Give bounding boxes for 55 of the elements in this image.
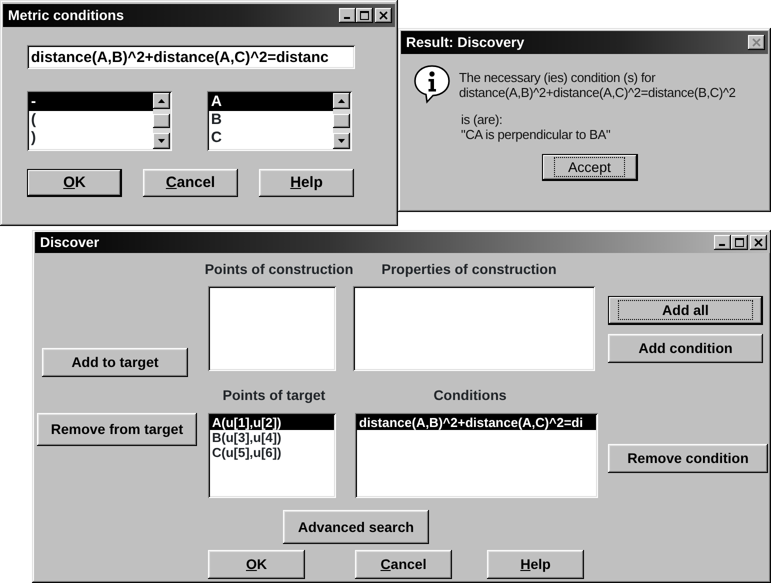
list-box[interactable]: distance(A,B)^2+distance(A,C)^2=di xyxy=(355,413,598,498)
minimize-icon[interactable] xyxy=(714,235,731,250)
list-item[interactable]: ) xyxy=(29,129,153,147)
message-text: The necessary (ies) condition (s) for distance(A,B)^2+distance(A,C)^2=distance(B,C)^2 xyxy=(459,70,736,100)
accept-button[interactable]: Accept xyxy=(542,154,638,181)
window-title: Result: Discovery xyxy=(406,33,524,52)
maximize-icon[interactable] xyxy=(731,235,748,250)
remove-condition-button[interactable]: Remove condition xyxy=(608,444,768,473)
close-icon[interactable] xyxy=(375,8,392,23)
scroll-thumb[interactable] xyxy=(153,114,170,128)
maximize-icon[interactable] xyxy=(356,8,373,23)
list-item[interactable]: B xyxy=(209,111,333,129)
list-item[interactable]: distance(A,B)^2+distance(A,C)^2=di xyxy=(357,415,596,430)
message-text: is (are): "CA is perpendicular to BA" xyxy=(460,112,612,142)
cancel-button[interactable]: Cancel xyxy=(143,169,238,197)
list-item[interactable]: C(u[5],u[6]) xyxy=(210,445,334,460)
list-item[interactable]: A(u[1],u[2]) xyxy=(210,415,334,430)
list-box[interactable]: A(u[1],u[2]) B(u[3],u[4]) C(u[5],u[6]) xyxy=(208,413,336,498)
window-title: Discover xyxy=(40,233,100,252)
info-icon xyxy=(413,64,451,104)
dialog-button[interactable]: Help xyxy=(487,550,584,579)
list-item[interactable]: A xyxy=(209,93,333,111)
close-icon[interactable] xyxy=(750,235,767,250)
list-item[interactable]: B(u[3],u[4]) xyxy=(210,430,334,445)
add-all-button[interactable]: Add all xyxy=(608,296,763,325)
scroll-down-icon[interactable] xyxy=(158,139,165,143)
section-label: Points of target xyxy=(222,386,326,405)
list-item[interactable]: C xyxy=(209,129,333,147)
scroll-bar[interactable] xyxy=(333,93,350,149)
section-label: Properties of construction xyxy=(381,260,557,279)
section-label: Conditions xyxy=(433,386,507,404)
dialog-button[interactable]: Help xyxy=(259,169,354,197)
window-title: Metric conditions xyxy=(8,6,124,25)
list-box[interactable]: A B C xyxy=(207,91,352,151)
add-condition-button[interactable]: Add condition xyxy=(608,334,763,363)
add-to-target-button[interactable]: Add to target xyxy=(42,348,188,377)
list-box[interactable] xyxy=(208,286,336,371)
dialog-button[interactable]: OK xyxy=(27,169,122,197)
remove-from-target-button[interactable]: Remove from target xyxy=(37,413,197,446)
list-box[interactable] xyxy=(353,286,595,371)
cancel-button[interactable]: Cancel xyxy=(355,550,452,579)
close-icon[interactable] xyxy=(748,35,765,50)
list-item[interactable]: - xyxy=(29,93,153,111)
list-item[interactable]: ( xyxy=(29,111,153,129)
scroll-down-icon[interactable] xyxy=(338,139,345,143)
scroll-up-icon[interactable] xyxy=(158,99,165,103)
list-box[interactable]: - ( ) xyxy=(27,91,172,151)
section-label: Points of construction xyxy=(204,260,354,279)
expression-field[interactable]: distance(A,B)^2+distance(A,C)^2=distanc xyxy=(27,45,355,69)
dialog-button[interactable]: OK xyxy=(208,550,305,579)
scroll-bar[interactable] xyxy=(153,93,170,149)
scroll-up-icon[interactable] xyxy=(338,99,345,103)
advanced-search-button[interactable]: Advanced search xyxy=(283,510,429,544)
minimize-icon[interactable] xyxy=(339,8,356,23)
scroll-thumb[interactable] xyxy=(333,114,350,128)
